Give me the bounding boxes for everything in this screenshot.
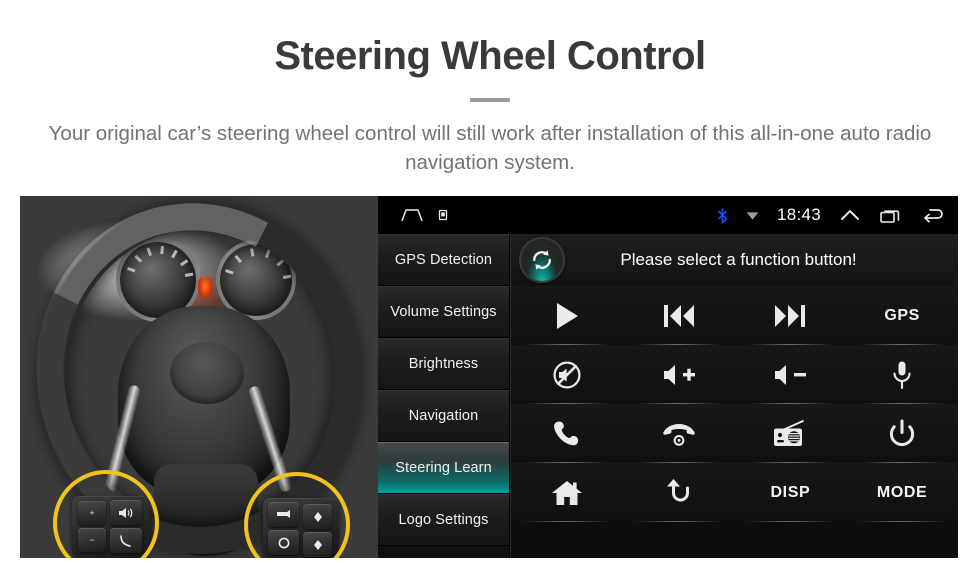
mute-icon (552, 360, 582, 390)
back-arrow-icon (664, 478, 694, 508)
disp-icon: DISP (770, 483, 811, 501)
steering-wheel-photo: + − (20, 196, 380, 558)
sidebar-item-navigation[interactable]: Navigation (378, 390, 509, 442)
home-icon (551, 479, 583, 507)
microphone-icon (891, 360, 913, 390)
header: Steering Wheel Control Your original car… (0, 0, 980, 177)
function-button-previous[interactable] (622, 286, 735, 345)
page-root: Steering Wheel Control Your original car… (0, 0, 980, 564)
play-icon (553, 301, 581, 331)
function-button-volume-up[interactable] (622, 345, 735, 404)
device-body: GPS Detection Volume Settings Brightness… (378, 234, 958, 558)
function-button-gps[interactable]: GPS (846, 286, 958, 345)
function-button-power[interactable] (846, 404, 958, 463)
sidebar-item-label: Steering Learn (395, 460, 492, 476)
function-button-play[interactable] (511, 286, 623, 345)
function-button-microphone[interactable] (846, 345, 958, 404)
status-bar: 18:43 (378, 196, 958, 234)
function-button-phone-answer[interactable] (511, 404, 623, 463)
sidebar-item-brightness[interactable]: Brightness (378, 338, 509, 390)
gps-icon: GPS (884, 306, 920, 324)
sidebar-item-volume-settings[interactable]: Volume Settings (378, 286, 509, 338)
content-strip: + − 18:43 GPS Detection Volume Settings … (20, 196, 958, 558)
sidebar-item-label: GPS Detection (394, 252, 493, 268)
sidebar-item-label: Brightness (408, 356, 479, 372)
function-button-disp[interactable]: DISP (734, 463, 847, 522)
recents-icon[interactable] (879, 207, 903, 224)
panel-prompt-text: Please select a function button! (620, 250, 857, 269)
back-icon[interactable] (921, 207, 946, 223)
wifi-icon (746, 210, 759, 221)
notification-icon[interactable] (438, 209, 448, 221)
sidebar-item-gps-detection[interactable]: GPS Detection (378, 234, 509, 286)
volume-down-icon (773, 362, 807, 388)
home-outline-icon[interactable] (400, 207, 424, 223)
sidebar-item-label: Logo Settings (398, 512, 489, 528)
function-button-mute[interactable] (511, 345, 623, 404)
phone-hangup-icon (662, 421, 696, 447)
sidebar-item-label: Navigation (408, 408, 479, 424)
function-button-mode[interactable]: MODE (846, 463, 958, 522)
chevron-up-icon[interactable] (839, 207, 861, 223)
function-button-next[interactable] (734, 286, 847, 345)
phone-answer-icon (552, 419, 582, 449)
power-icon (888, 419, 916, 449)
function-button-grid: GPS DISP MODE (511, 286, 958, 522)
bluetooth-icon (717, 207, 728, 224)
sidebar-item-label: Volume Settings (390, 304, 497, 320)
sidebar-item-logo-settings[interactable]: Logo Settings (378, 494, 509, 546)
volume-up-icon (662, 362, 696, 388)
function-button-volume-down[interactable] (734, 345, 847, 404)
previous-icon (662, 303, 696, 329)
function-button-back[interactable] (622, 463, 735, 522)
panel-header: Please select a function button! (511, 234, 958, 286)
status-bar-clock: 18:43 (776, 205, 821, 224)
head-unit-screen: 18:43 GPS Detection Volume Settings Brig… (378, 196, 958, 558)
sidebar-item-steering-learn[interactable]: Steering Learn (378, 442, 509, 494)
radio-icon (772, 419, 808, 448)
title-divider (470, 98, 510, 102)
function-button-radio[interactable] (734, 404, 847, 463)
mode-icon: MODE (876, 483, 928, 501)
next-icon (773, 303, 807, 329)
steering-learn-panel: Please select a function button! GPS DIS… (510, 234, 958, 558)
settings-sidebar: GPS Detection Volume Settings Brightness… (378, 234, 510, 558)
refresh-icon[interactable] (521, 239, 563, 281)
page-subtitle: Your original car’s steering wheel contr… (48, 122, 932, 175)
function-button-home[interactable] (511, 463, 623, 522)
function-button-phone-hangup[interactable] (622, 404, 735, 463)
page-title: Steering Wheel Control (274, 34, 706, 78)
